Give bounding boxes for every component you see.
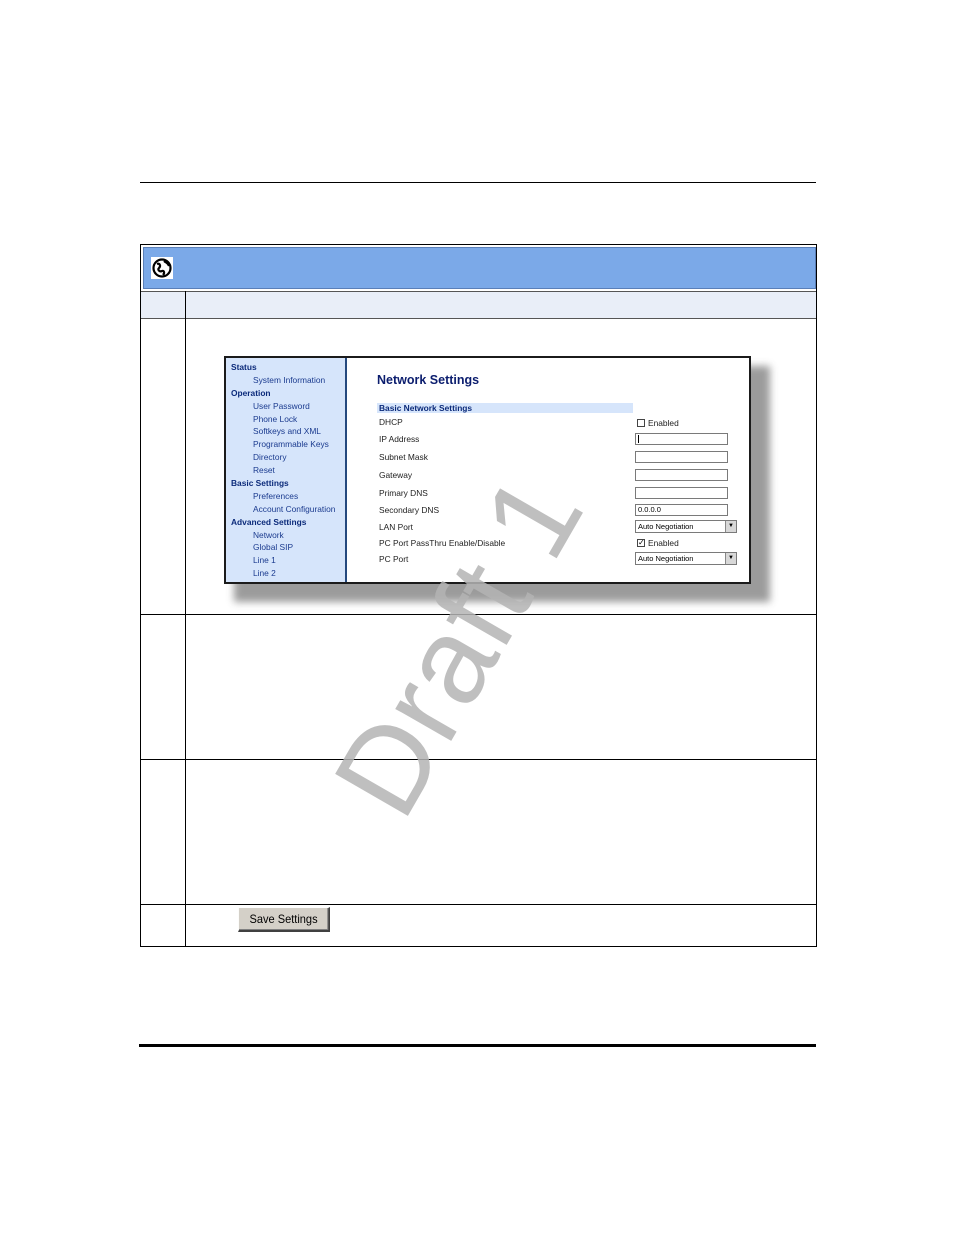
sidebar-item-phone-lock[interactable]: Phone Lock <box>253 414 297 424</box>
subnet-mask-label: Subnet Mask <box>379 452 428 462</box>
pc-port-select[interactable]: Auto Negotiation ▼ <box>635 552 737 565</box>
sidebar-item-preferences[interactable]: Preferences <box>253 491 298 501</box>
sidebar-group-operation[interactable]: Operation <box>231 388 271 398</box>
sidebar-nav: Status System Information Operation User… <box>226 358 347 582</box>
lan-port-select[interactable]: Auto Negotiation ▼ <box>635 520 737 533</box>
sidebar-item-account-configuration[interactable]: Account Configuration <box>253 504 335 514</box>
gateway-label: Gateway <box>379 470 413 480</box>
row-divider <box>141 759 816 760</box>
dhcp-checkbox[interactable] <box>637 419 645 427</box>
sidebar-item-programmable-keys[interactable]: Programmable Keys <box>253 439 329 449</box>
column-header-row <box>141 291 816 319</box>
row-divider <box>141 904 816 905</box>
primary-dns-label: Primary DNS <box>379 488 428 498</box>
web-ui-globe-icon <box>151 257 173 279</box>
sidebar-item-user-password[interactable]: User Password <box>253 401 310 411</box>
save-settings-button[interactable]: Save Settings <box>238 907 330 932</box>
sidebar-item-global-sip[interactable]: Global SIP <box>253 542 293 552</box>
sidebar-item-network[interactable]: Network <box>253 530 284 540</box>
secondary-dns-input[interactable]: 0.0.0.0 <box>635 504 728 516</box>
gateway-input[interactable] <box>635 469 728 481</box>
sidebar-item-directory[interactable]: Directory <box>253 452 287 462</box>
web-ui-screenshot: Status System Information Operation User… <box>224 356 751 584</box>
sidebar-item-reset[interactable]: Reset <box>253 465 275 475</box>
top-rule <box>140 182 816 183</box>
pc-passthru-enabled-label: Enabled <box>648 538 679 548</box>
sidebar-item-system-information[interactable]: System Information <box>253 375 325 385</box>
subnet-mask-input[interactable] <box>635 451 728 463</box>
sidebar-group-status[interactable]: Status <box>231 362 257 372</box>
column-divider <box>185 291 186 947</box>
pc-passthru-checkbox[interactable]: ✓ <box>637 539 645 547</box>
section-header: Basic Network Settings <box>377 403 633 413</box>
dhcp-enabled-label: Enabled <box>648 418 679 428</box>
row-divider <box>141 614 816 615</box>
sidebar-item-softkeys-xml[interactable]: Softkeys and XML <box>253 426 321 436</box>
pc-port-value: Auto Negotiation <box>638 554 694 563</box>
pc-passthru-label: PC Port PassThru Enable/Disable <box>379 538 506 548</box>
chevron-down-icon: ▼ <box>725 553 736 564</box>
sidebar-group-advanced-settings[interactable]: Advanced Settings <box>231 517 306 527</box>
primary-dns-input[interactable] <box>635 487 728 499</box>
chevron-down-icon: ▼ <box>725 521 736 532</box>
pc-port-label: PC Port <box>379 554 409 564</box>
page-title: Network Settings <box>377 373 480 387</box>
lan-port-label: LAN Port <box>379 522 413 532</box>
bottom-rule <box>139 1044 816 1047</box>
ip-address-label: IP Address <box>379 434 420 444</box>
dhcp-label: DHCP <box>379 417 403 427</box>
secondary-dns-label: Secondary DNS <box>379 505 440 515</box>
sidebar-group-basic-settings[interactable]: Basic Settings <box>231 478 289 488</box>
procedure-header-bar <box>143 247 816 289</box>
sidebar-item-line-2[interactable]: Line 2 <box>253 568 276 578</box>
ip-address-input[interactable] <box>635 433 728 445</box>
sidebar-item-line-1[interactable]: Line 1 <box>253 555 276 565</box>
lan-port-value: Auto Negotiation <box>638 522 694 531</box>
